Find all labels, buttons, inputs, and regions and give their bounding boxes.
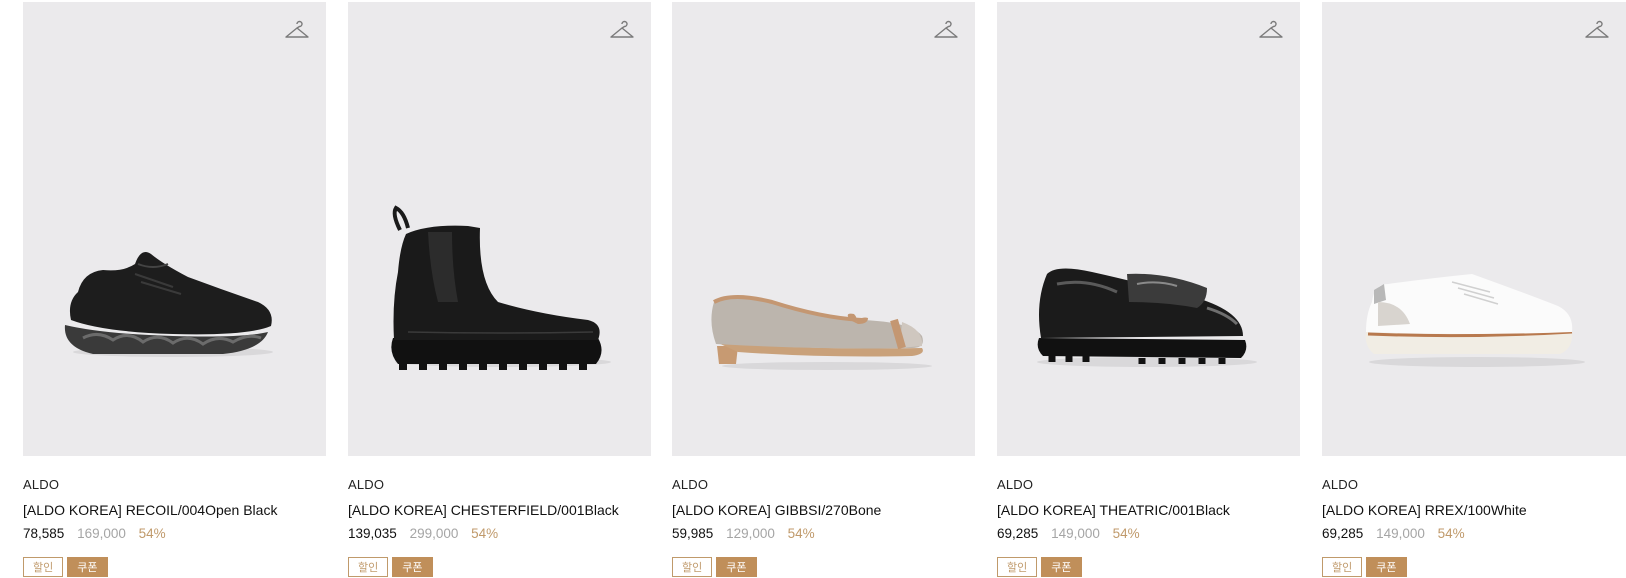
sale-price: 78,585 — [23, 526, 65, 541]
coupon-badge: 쿠폰 — [67, 557, 108, 577]
badge-row: 할인 쿠폰 — [1322, 557, 1626, 577]
sale-price: 69,285 — [1322, 526, 1364, 541]
original-price: 299,000 — [409, 526, 459, 541]
price-row: 59,985 129,000 54% — [672, 526, 975, 543]
sale-price: 139,035 — [348, 526, 397, 541]
badge-row: 할인 쿠폰 — [997, 557, 1300, 577]
coupon-badge: 쿠폰 — [392, 557, 433, 577]
price-row: 139,035 299,000 54% — [348, 526, 651, 543]
product-image[interactable] — [997, 2, 1300, 456]
bone-ballet-flat-image — [711, 295, 932, 370]
product-image[interactable] — [348, 2, 651, 456]
hanger-icon[interactable] — [933, 18, 959, 44]
hanger-icon[interactable] — [284, 18, 310, 44]
product-name[interactable]: [ALDO KOREA] GIBBSI/270Bone — [672, 502, 975, 519]
original-price: 149,000 — [1376, 526, 1425, 541]
original-price: 129,000 — [726, 526, 775, 541]
discount-rate: 54% — [138, 526, 166, 541]
coupon-badge: 쿠폰 — [1041, 557, 1082, 577]
sale-badge: 할인 — [348, 557, 389, 577]
product-card[interactable]: ALDO [ALDO KOREA] GIBBSI/270Bone 59,985 … — [672, 2, 975, 577]
sale-price: 59,985 — [672, 526, 714, 541]
product-image[interactable] — [1322, 2, 1626, 456]
product-name[interactable]: [ALDO KOREA] CHESTERFIELD/001Black — [348, 502, 651, 519]
product-brand: ALDO — [1322, 477, 1359, 492]
original-price: 149,000 — [1051, 526, 1100, 541]
discount-rate: 54% — [1112, 526, 1140, 541]
black-knit-sneaker-image — [64, 251, 273, 357]
original-price: 169,000 — [77, 526, 126, 541]
product-grid: ALDO [ALDO KOREA] RECOIL/004Open Black 7… — [0, 0, 1626, 577]
hanger-icon[interactable] — [1584, 18, 1610, 44]
sale-badge: 할인 — [1322, 557, 1363, 577]
discount-rate: 54% — [471, 526, 499, 541]
product-card[interactable]: ALDO [ALDO KOREA] THEATRIC/001Black 69,2… — [997, 2, 1300, 577]
white-leather-sneaker-image — [1365, 274, 1585, 367]
sale-badge: 할인 — [672, 557, 713, 577]
product-name[interactable]: [ALDO KOREA] RREX/100White — [1322, 502, 1626, 519]
product-card[interactable]: ALDO [ALDO KOREA] CHESTERFIELD/001Black … — [348, 2, 651, 577]
product-name[interactable]: [ALDO KOREA] THEATRIC/001Black — [997, 502, 1300, 519]
badge-row: 할인 쿠폰 — [672, 557, 975, 577]
price-row: 69,285 149,000 54% — [1322, 526, 1626, 543]
price-row: 78,585 169,000 54% — [23, 526, 326, 543]
product-name[interactable]: [ALDO KOREA] RECOIL/004Open Black — [23, 502, 326, 519]
product-brand: ALDO — [23, 477, 60, 492]
product-brand: ALDO — [348, 477, 385, 492]
hanger-icon[interactable] — [1258, 18, 1284, 44]
black-chelsea-boot-image — [391, 205, 611, 370]
sale-price: 69,285 — [997, 526, 1039, 541]
sale-badge: 할인 — [23, 557, 64, 577]
product-image[interactable] — [672, 2, 975, 456]
product-card[interactable]: ALDO [ALDO KOREA] RREX/100White 69,285 1… — [1322, 2, 1626, 577]
discount-rate: 54% — [1437, 526, 1465, 541]
sale-badge: 할인 — [997, 557, 1038, 577]
coupon-badge: 쿠폰 — [716, 557, 757, 577]
badge-row: 할인 쿠폰 — [348, 557, 651, 577]
badge-row: 할인 쿠폰 — [23, 557, 326, 577]
product-brand: ALDO — [672, 477, 709, 492]
discount-rate: 54% — [787, 526, 815, 541]
price-row: 69,285 149,000 54% — [997, 526, 1300, 543]
product-brand: ALDO — [997, 477, 1034, 492]
product-card[interactable]: ALDO [ALDO KOREA] RECOIL/004Open Black 7… — [23, 2, 326, 577]
hanger-icon[interactable] — [609, 18, 635, 44]
black-patent-loafer-image — [1037, 268, 1257, 367]
product-image[interactable] — [23, 2, 326, 456]
coupon-badge: 쿠폰 — [1366, 557, 1407, 577]
